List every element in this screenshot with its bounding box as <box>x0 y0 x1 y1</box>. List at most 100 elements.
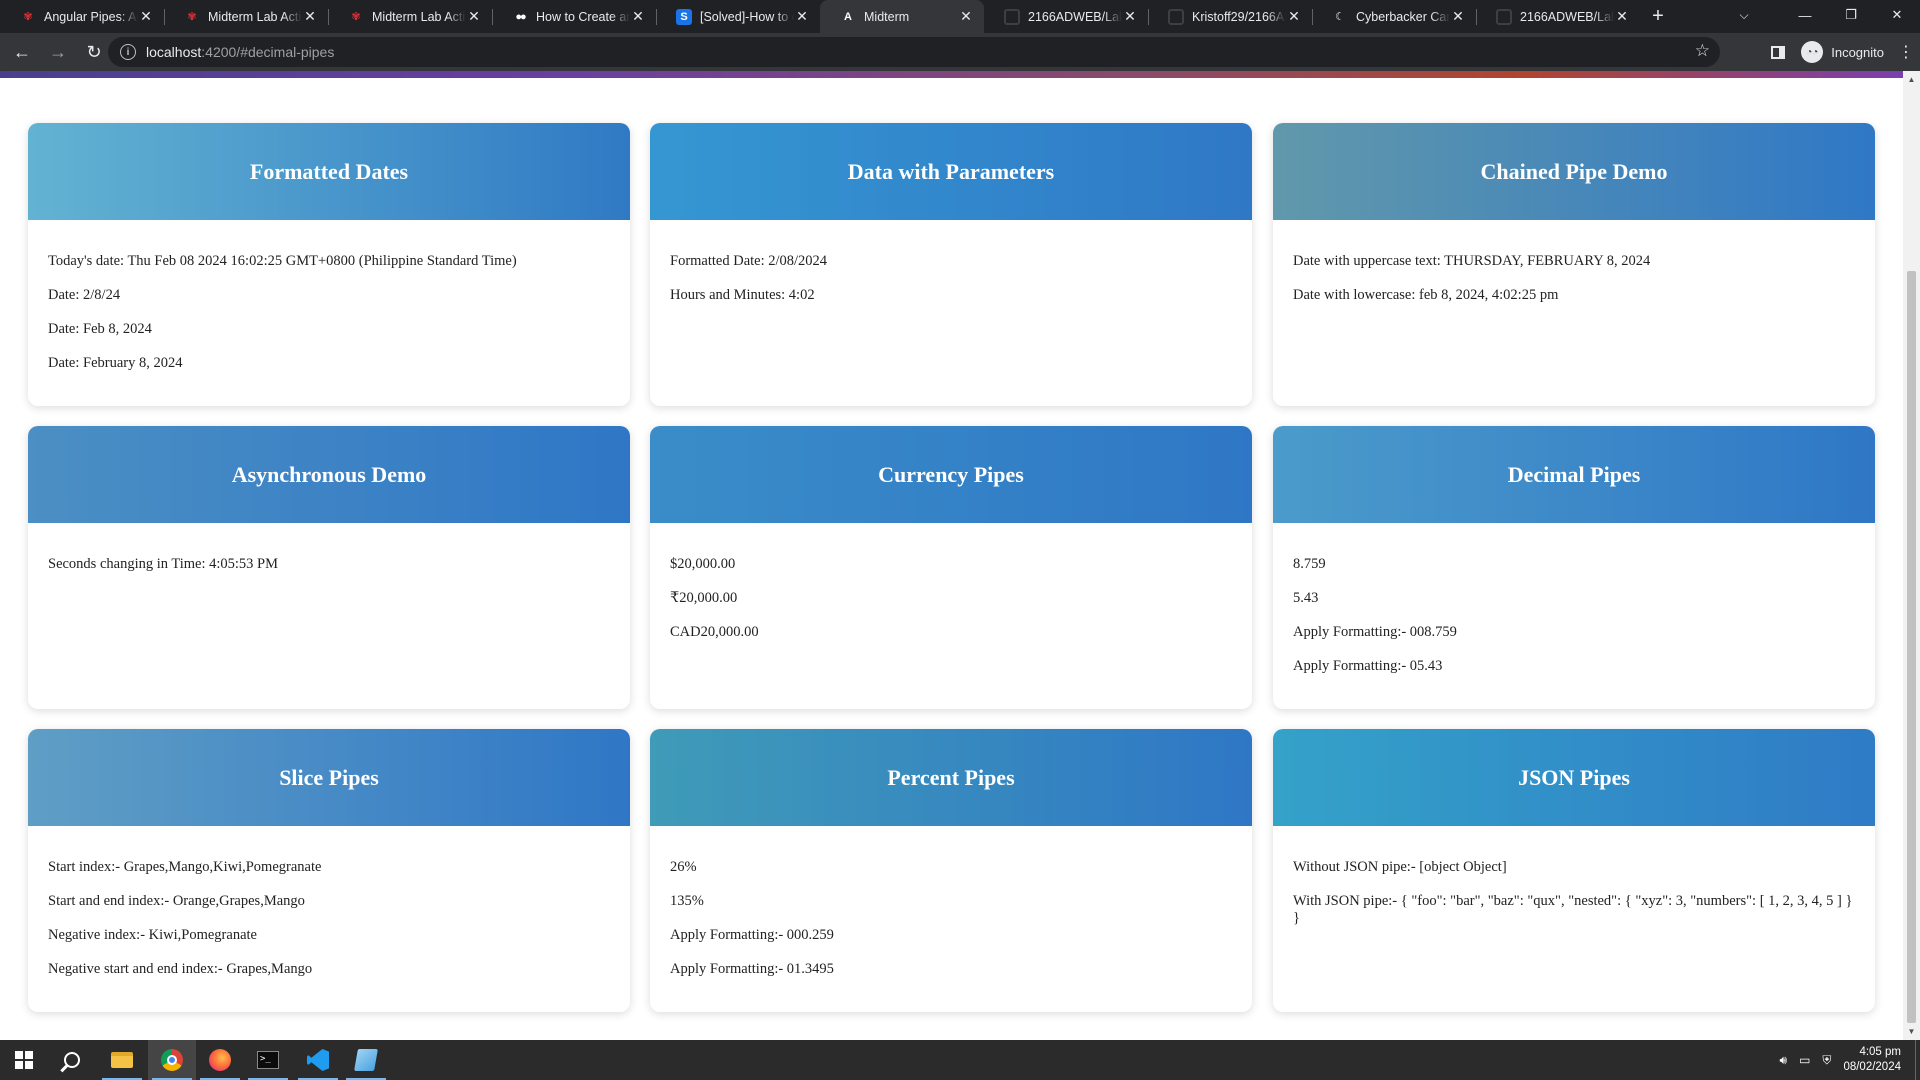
incognito-profile-button[interactable]: ◔◔ Incognito <box>1801 41 1884 63</box>
github-icon <box>1168 8 1184 25</box>
network-icon[interactable]: ▭ <box>1799 1053 1810 1067</box>
scroll-down-arrow-icon[interactable]: ▼ <box>1903 1023 1920 1040</box>
browser-tab[interactable]: Kristoff29/2166AD ✕ <box>1148 0 1312 33</box>
windows-start-icon <box>15 1051 33 1069</box>
site-info-icon[interactable]: i <box>120 44 136 60</box>
volume-icon[interactable]: 🔊︎ <box>1780 1053 1788 1068</box>
close-icon[interactable]: ✕ <box>466 8 482 25</box>
close-icon[interactable]: ✕ <box>958 8 974 25</box>
card-line: Start index:- Grapes,Mango,Kiwi,Pomegran… <box>48 859 322 875</box>
card-line: 26% <box>670 859 697 875</box>
close-icon[interactable]: ✕ <box>794 8 810 25</box>
plus-icon: + <box>1652 5 1664 27</box>
taskbar-vscode[interactable] <box>294 1040 342 1080</box>
security-shield-icon[interactable]: ⛨ <box>1822 1053 1831 1068</box>
card-line: 135% <box>670 893 704 909</box>
browser-tab[interactable]: ✾ Midterm Lab Activi ✕ <box>328 0 492 33</box>
taskbar-terminal[interactable]: >_ <box>244 1040 292 1080</box>
card-percent-pipes: Percent Pipes 26% 135% Apply Formatting:… <box>650 729 1252 1012</box>
card-body: Today's date: Thu Feb 08 2024 16:02:25 G… <box>28 220 630 372</box>
new-tab-button[interactable]: + <box>1640 0 1676 33</box>
card-line: With JSON pipe:- { "foo": "bar", "baz": … <box>1293 893 1853 926</box>
browser-tab[interactable]: ✾ Midterm Lab Activi ✕ <box>164 0 328 33</box>
system-clock[interactable]: 4:05 pm 08/02/2024 <box>1843 1045 1901 1075</box>
close-icon[interactable]: ✕ <box>1122 8 1138 25</box>
card-title: Slice Pipes <box>28 729 630 826</box>
browser-tab-active[interactable]: A Midterm ✕ <box>820 0 984 33</box>
card-line: Seconds changing in Time: 4:05:53 PM <box>48 556 279 572</box>
bookmark-star-icon[interactable]: ☆ <box>1695 41 1710 61</box>
card-body: Date with uppercase text: THURSDAY, FEBR… <box>1273 220 1875 304</box>
tab-title: 2166ADWEB/Lab - <box>1028 9 1122 24</box>
card-title: Data with Parameters <box>650 123 1252 220</box>
profile-label: Incognito <box>1831 44 1884 60</box>
tab-title: 2166ADWEB/Lab - <box>1520 9 1614 24</box>
tab-title: Midterm Lab Activi <box>372 9 466 24</box>
terminal-icon: >_ <box>257 1051 279 1069</box>
browser-tab[interactable]: 2166ADWEB/Lab - ✕ <box>984 0 1148 33</box>
close-icon[interactable]: ✕ <box>1450 8 1466 25</box>
tab-title: Midterm Lab Activi <box>208 9 302 24</box>
close-icon[interactable]: ✕ <box>630 8 646 25</box>
show-desktop-button[interactable] <box>1915 1040 1920 1080</box>
card-data-with-parameters: Data with Parameters Formatted Date: 2/0… <box>650 123 1252 406</box>
angular-icon: ✾ <box>23 11 33 23</box>
card-line: Formatted Date: 2/08/2024 <box>670 253 828 269</box>
vertical-scrollbar[interactable]: ▲ ▼ <box>1903 71 1920 1040</box>
card-title: Decimal Pipes <box>1273 426 1875 523</box>
firefox-icon <box>209 1049 231 1071</box>
card-asynchronous-demo: Asynchronous Demo Seconds changing in Ti… <box>28 426 630 709</box>
browser-tab[interactable]: ✾ Angular Pipes: Adv ✕ <box>0 0 164 33</box>
notepad-icon <box>354 1049 378 1071</box>
system-tray: 🔊︎ ▭ ⛨ 4:05 pm 08/02/2024 <box>1780 1040 1920 1080</box>
tab-title: Cyberbacker Caree <box>1356 9 1450 24</box>
tab-title: How to Create an A <box>536 9 630 24</box>
search-icon <box>64 1052 80 1068</box>
card-title: Chained Pipe Demo <box>1273 123 1875 220</box>
github-icon <box>1004 8 1020 25</box>
browser-tab[interactable]: ●● How to Create an A ✕ <box>492 0 656 33</box>
card-line: Hours and Minutes: 4:02 <box>670 287 815 303</box>
card-body: Seconds changing in Time: 4:05:53 PM <box>28 523 630 573</box>
reload-button[interactable]: ↻ <box>80 38 108 66</box>
close-icon[interactable]: ✕ <box>302 8 318 25</box>
cyberbacker-icon: ☾ <box>1335 11 1345 23</box>
close-icon[interactable]: ✕ <box>1286 8 1302 25</box>
taskbar-file-explorer[interactable] <box>98 1040 146 1080</box>
forward-button[interactable]: → <box>44 38 72 66</box>
card-body: $20,000.00 ₹20,000.00 CAD20,000.00 <box>650 523 1252 641</box>
browser-tab[interactable]: S [Solved]-How to de ✕ <box>656 0 820 33</box>
browser-tab[interactable]: ☾ Cyberbacker Caree ✕ <box>1312 0 1476 33</box>
card-line: ₹20,000.00 <box>670 590 738 606</box>
close-icon[interactable]: ✕ <box>1614 8 1630 25</box>
close-window-button[interactable]: ✕ <box>1874 0 1920 30</box>
search-button[interactable] <box>48 1040 96 1080</box>
start-button[interactable] <box>0 1040 48 1080</box>
solved-icon: S <box>676 8 692 25</box>
angular-icon: ✾ <box>351 11 361 23</box>
scroll-up-arrow-icon[interactable]: ▲ <box>1903 71 1920 88</box>
restore-button[interactable]: ❐ <box>1828 0 1874 30</box>
card-line: $20,000.00 <box>670 556 736 572</box>
taskbar-firefox[interactable] <box>196 1040 244 1080</box>
taskbar-notepad[interactable] <box>342 1040 390 1080</box>
card-slice-pipes: Slice Pipes Start index:- Grapes,Mango,K… <box>28 729 630 1012</box>
card-title: Asynchronous Demo <box>28 426 630 523</box>
scrollbar-thumb[interactable] <box>1907 271 1916 1023</box>
page-viewport: Formatted Dates Today's date: Thu Feb 08… <box>0 71 1903 1040</box>
taskbar-chrome[interactable] <box>148 1040 196 1080</box>
card-line: 5.43 <box>1293 590 1319 606</box>
browser-tab[interactable]: 2166ADWEB/Lab - ✕ <box>1476 0 1640 33</box>
angular-a-icon: A <box>844 10 852 23</box>
card-body: Without JSON pipe:- [object Object] With… <box>1273 826 1875 927</box>
card-title: Currency Pipes <box>650 426 1252 523</box>
card-line: Date with lowercase: feb 8, 2024, 4:02:2… <box>1293 287 1559 303</box>
menu-kebab-icon[interactable]: ⋮ <box>1898 42 1914 62</box>
side-panel-icon[interactable] <box>1771 45 1786 59</box>
address-bar[interactable]: i localhost:4200/#decimal-pipes ☆ <box>108 37 1720 67</box>
minimize-button[interactable]: — <box>1782 0 1828 30</box>
close-icon[interactable]: ✕ <box>138 8 154 25</box>
card-line: Date: Feb 8, 2024 <box>48 321 152 337</box>
back-button[interactable]: ← <box>8 38 36 66</box>
tab-search-button[interactable]: ⌵ <box>1724 0 1764 30</box>
